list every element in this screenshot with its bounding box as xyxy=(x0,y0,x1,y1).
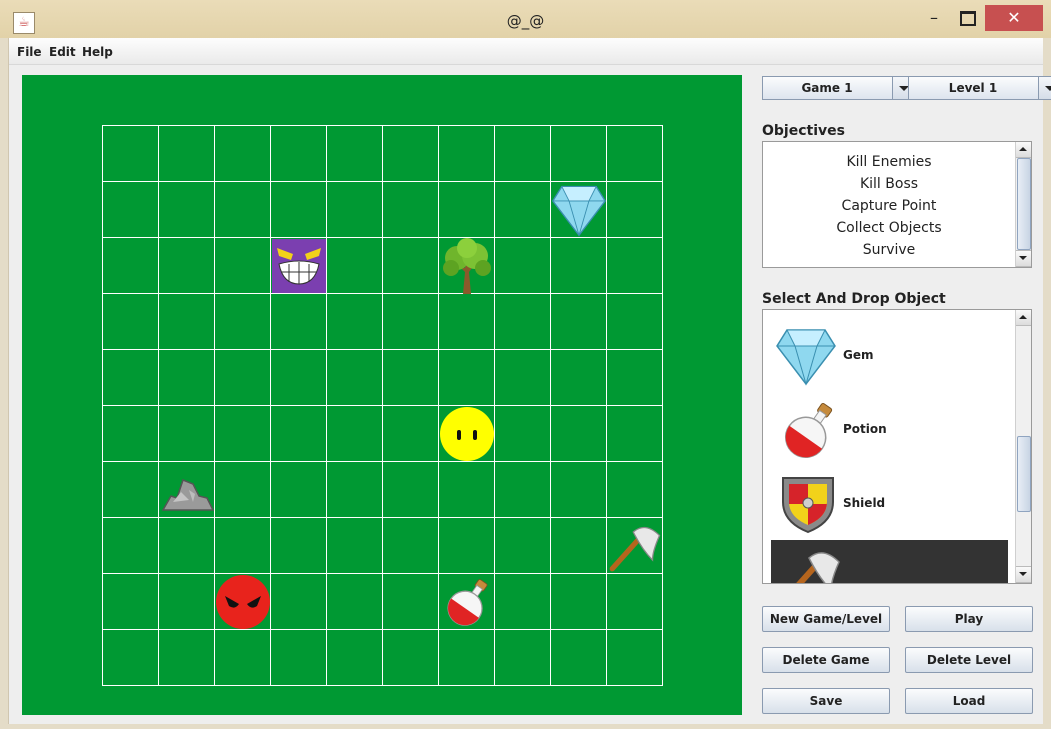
board-axe-icon[interactable] xyxy=(607,518,663,574)
objective-item[interactable]: Collect Objects xyxy=(763,220,1015,236)
menu-edit[interactable]: Edit xyxy=(49,45,76,59)
objectives-heading: Objectives xyxy=(762,123,845,139)
board-enemy-purple-icon[interactable] xyxy=(271,238,327,294)
palette-item-label: Potion xyxy=(843,422,887,436)
palette-item-gem[interactable]: Gem xyxy=(763,320,1013,390)
grid-line xyxy=(102,349,663,350)
delete-level-button[interactable]: Delete Level xyxy=(905,647,1033,673)
scroll-thumb[interactable] xyxy=(1017,158,1031,250)
menu-help[interactable]: Help xyxy=(82,45,113,59)
menu-bar: File Edit Help xyxy=(9,38,1043,65)
game-select-value: Game 1 xyxy=(801,81,853,95)
grid-line xyxy=(102,629,663,630)
board-boss-red-icon[interactable] xyxy=(215,574,271,630)
scroll-up-icon[interactable] xyxy=(1016,310,1031,326)
load-button[interactable]: Load xyxy=(905,688,1033,714)
objective-item[interactable]: Capture Point xyxy=(763,198,1015,214)
palette-scrollbar[interactable] xyxy=(1015,310,1031,583)
minimize-button[interactable]: – xyxy=(915,5,953,31)
objective-item[interactable]: Kill Boss xyxy=(763,176,1015,192)
board-player-yellow-icon[interactable] xyxy=(439,406,495,462)
title-bar: ☕ @_@ – ✕ xyxy=(0,0,1051,38)
palette-item-label: Shield xyxy=(843,496,886,510)
objectives-scrollbar[interactable] xyxy=(1015,142,1031,267)
objective-item[interactable]: Kill Enemies xyxy=(763,154,1015,170)
level-select-value: Level 1 xyxy=(948,81,998,95)
palette-item-shield[interactable]: Shield xyxy=(763,468,1013,538)
board-grid[interactable] xyxy=(102,125,663,686)
game-board[interactable] xyxy=(22,75,742,715)
palette-item-axe[interactable] xyxy=(771,540,1008,583)
palette-heading: Select And Drop Object xyxy=(762,291,946,307)
app-window: ☕ @_@ – ✕ File Edit Help Game 1 Level 1 … xyxy=(0,0,1051,729)
grid-line xyxy=(102,405,663,406)
scroll-down-icon[interactable] xyxy=(1016,250,1031,267)
new-game-level-button[interactable]: New Game/Level xyxy=(762,606,890,632)
scroll-down-icon[interactable] xyxy=(1016,566,1031,583)
window-title: @_@ xyxy=(506,12,545,30)
save-button[interactable]: Save xyxy=(762,688,890,714)
grid-line xyxy=(102,293,663,294)
gem-icon xyxy=(776,329,836,386)
game-select[interactable]: Game 1 xyxy=(762,76,916,100)
content-pane: File Edit Help Game 1 Level 1 Objectives… xyxy=(8,38,1051,724)
scroll-thumb[interactable] xyxy=(1017,436,1031,512)
board-rock-icon[interactable] xyxy=(159,462,215,518)
grid-line xyxy=(102,573,663,574)
palette-item-potion[interactable]: Potion xyxy=(763,394,1013,464)
grid-line xyxy=(102,125,663,126)
board-tree-icon[interactable] xyxy=(439,238,495,294)
delete-game-button[interactable]: Delete Game xyxy=(762,647,890,673)
chevron-down-icon[interactable] xyxy=(1038,77,1051,99)
grid-line xyxy=(102,685,663,686)
board-gem-icon[interactable] xyxy=(551,182,607,238)
close-button[interactable]: ✕ xyxy=(985,5,1043,31)
axe-icon xyxy=(796,552,840,583)
level-select[interactable]: Level 1 xyxy=(908,76,1051,100)
palette-item-label: Gem xyxy=(843,348,874,362)
maximize-button[interactable] xyxy=(952,5,984,31)
play-button[interactable]: Play xyxy=(905,606,1033,632)
objectives-list: Kill Enemies Kill Boss Capture Point Col… xyxy=(762,141,1032,268)
maximize-icon xyxy=(960,11,976,26)
objective-item[interactable]: Survive xyxy=(763,242,1015,258)
potion-icon xyxy=(784,402,833,459)
scroll-up-icon[interactable] xyxy=(1016,142,1031,158)
board-potion-icon[interactable] xyxy=(439,574,495,630)
object-palette: Gem Potion Shield xyxy=(762,309,1032,584)
shield-icon xyxy=(782,477,834,534)
menu-file[interactable]: File xyxy=(17,45,42,59)
